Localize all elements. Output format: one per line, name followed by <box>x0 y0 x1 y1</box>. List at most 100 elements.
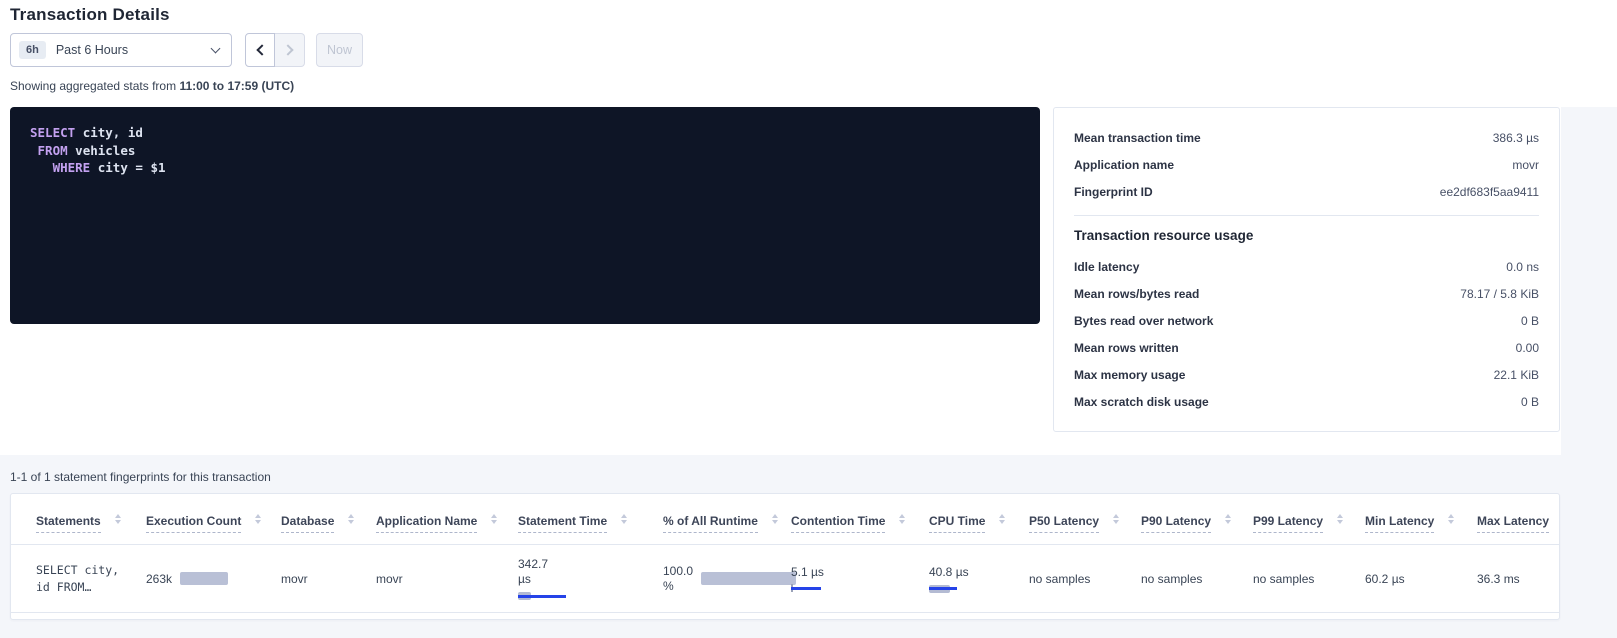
resource-label: Max memory usage <box>1074 368 1185 382</box>
time-nav-group <box>245 33 305 67</box>
execution-count-cell: 263k <box>146 545 281 613</box>
statement-time-bar-line <box>518 595 566 598</box>
time-picker-row: 6h Past 6 Hours Now <box>10 33 363 67</box>
chevron-down-icon <box>211 44 221 54</box>
resource-value: 78.17 / 5.8 KiB <box>1460 287 1539 301</box>
sort-icon <box>1225 514 1231 524</box>
column-header-cpu-time[interactable]: CPU Time <box>929 494 1029 545</box>
sort-icon <box>999 514 1005 524</box>
page-title: Transaction Details <box>10 5 170 25</box>
summary-divider <box>1074 215 1539 216</box>
page-background-strip <box>1561 107 1617 455</box>
summary-row: Application name movr <box>1074 151 1539 178</box>
statements-table-card: Statements Execution Count Database Appl… <box>10 493 1560 620</box>
column-header-p50-latency[interactable]: P50 Latency <box>1029 494 1141 545</box>
sql-code: SELECT city, id FROM vehicles WHERE city… <box>30 124 1020 177</box>
resource-label: Bytes read over network <box>1074 314 1213 328</box>
application-name-cell: movr <box>376 545 518 613</box>
sort-icon <box>1337 514 1343 524</box>
summary-row: Fingerprint ID ee2df683f5aa9411 <box>1074 178 1539 205</box>
database-cell: movr <box>281 545 376 613</box>
resource-value: 22.1 KiB <box>1494 368 1539 382</box>
sort-icon <box>772 514 778 524</box>
resource-row: Bytes read over network 0 B <box>1074 307 1539 334</box>
sort-icon <box>1448 514 1454 524</box>
summary-label: Mean transaction time <box>1074 131 1201 145</box>
sort-icon <box>348 514 354 524</box>
contention-time-cell: 5.1 µs <box>791 545 929 613</box>
contention-bar-line <box>791 587 821 590</box>
sort-icon <box>491 514 497 524</box>
summary-row: Mean transaction time 386.3 µs <box>1074 124 1539 151</box>
p90-latency-cell: no samples <box>1141 545 1253 613</box>
statement-row: SELECT city, id FROM… 263k movr movr 342… <box>11 545 1560 613</box>
chevron-left-icon <box>256 44 267 55</box>
column-header-max-latency[interactable]: Max Latency <box>1477 494 1560 545</box>
resource-row: Max memory usage 22.1 KiB <box>1074 361 1539 388</box>
chevron-right-icon <box>282 44 293 55</box>
cpu-time-cell: 40.8 µs <box>929 545 1029 613</box>
column-header-statement-time[interactable]: Statement Time <box>518 494 663 545</box>
time-range-label: Past 6 Hours <box>56 43 128 57</box>
summary-value: movr <box>1512 158 1539 172</box>
min-latency-cell: 60.2 µs <box>1365 545 1477 613</box>
prev-time-button[interactable] <box>245 33 275 67</box>
execution-count-bar <box>180 572 228 585</box>
resource-value: 0 B <box>1521 395 1539 409</box>
resource-row: Mean rows/bytes read 78.17 / 5.8 KiB <box>1074 280 1539 307</box>
column-header-contention-time[interactable]: Contention Time <box>791 494 929 545</box>
sort-icon <box>621 514 627 524</box>
transaction-summary-card: Mean transaction time 386.3 µs Applicati… <box>1053 107 1560 432</box>
column-header-database[interactable]: Database <box>281 494 376 545</box>
resource-label: Idle latency <box>1074 260 1139 274</box>
summary-label: Fingerprint ID <box>1074 185 1153 199</box>
summary-value: ee2df683f5aa9411 <box>1440 185 1539 199</box>
statement-time-bar <box>518 592 566 600</box>
cpu-time-bar <box>929 585 957 593</box>
pct-runtime-cell: 100.0 % <box>663 545 791 613</box>
pct-runtime-bar <box>701 572 796 585</box>
statement-time-cell: 342.7 µs <box>518 545 663 613</box>
sort-icon <box>899 514 905 524</box>
resource-row: Idle latency 0.0 ns <box>1074 253 1539 280</box>
resource-row: Mean rows written 0.00 <box>1074 334 1539 361</box>
fingerprints-count-note: 1-1 of 1 statement fingerprints for this… <box>10 470 271 484</box>
column-header-execution-count[interactable]: Execution Count <box>146 494 281 545</box>
aggregated-stats-note: Showing aggregated stats from 11:00 to 1… <box>10 79 294 93</box>
statement-link[interactable]: SELECT city, id FROM… <box>36 562 138 596</box>
resource-label: Mean rows written <box>1074 341 1179 355</box>
sort-icon <box>255 514 261 524</box>
time-range-dropdown[interactable]: 6h Past 6 Hours <box>10 33 232 67</box>
resource-usage-heading: Transaction resource usage <box>1074 228 1539 243</box>
sql-statement-box: SELECT city, id FROM vehicles WHERE city… <box>10 107 1040 324</box>
time-range-badge: 6h <box>19 41 46 59</box>
sort-icon <box>115 514 121 524</box>
contention-time-bar <box>791 584 821 592</box>
resource-value: 0 B <box>1521 314 1539 328</box>
summary-value: 386.3 µs <box>1493 131 1539 145</box>
sort-icon <box>1113 514 1119 524</box>
column-header-statements[interactable]: Statements <box>11 494 146 545</box>
resource-label: Mean rows/bytes read <box>1074 287 1199 301</box>
statement-cell[interactable]: SELECT city, id FROM… <box>11 545 146 613</box>
table-header-row: Statements Execution Count Database Appl… <box>11 494 1560 545</box>
column-header-pct-runtime[interactable]: % of All Runtime <box>663 494 791 545</box>
stats-note-prefix: Showing aggregated stats from <box>10 79 179 93</box>
column-header-min-latency[interactable]: Min Latency <box>1365 494 1477 545</box>
statements-table: Statements Execution Count Database Appl… <box>11 494 1560 613</box>
column-header-p90-latency[interactable]: P90 Latency <box>1141 494 1253 545</box>
next-time-button[interactable] <box>275 33 305 67</box>
column-header-application-name[interactable]: Application Name <box>376 494 518 545</box>
stats-note-range: 11:00 to 17:59 (UTC) <box>179 79 294 93</box>
column-header-p99-latency[interactable]: P99 Latency <box>1253 494 1365 545</box>
resource-label: Max scratch disk usage <box>1074 395 1209 409</box>
cpu-bar-line <box>929 587 957 590</box>
transaction-details-page: Transaction Details 6h Past 6 Hours Now … <box>0 0 1617 638</box>
resource-value: 0.0 ns <box>1506 260 1539 274</box>
resource-value: 0.00 <box>1516 341 1539 355</box>
max-latency-cell: 36.3 ms <box>1477 545 1560 613</box>
summary-label: Application name <box>1074 158 1174 172</box>
now-button[interactable]: Now <box>316 33 363 67</box>
resource-row: Max scratch disk usage 0 B <box>1074 388 1539 415</box>
p50-latency-cell: no samples <box>1029 545 1141 613</box>
